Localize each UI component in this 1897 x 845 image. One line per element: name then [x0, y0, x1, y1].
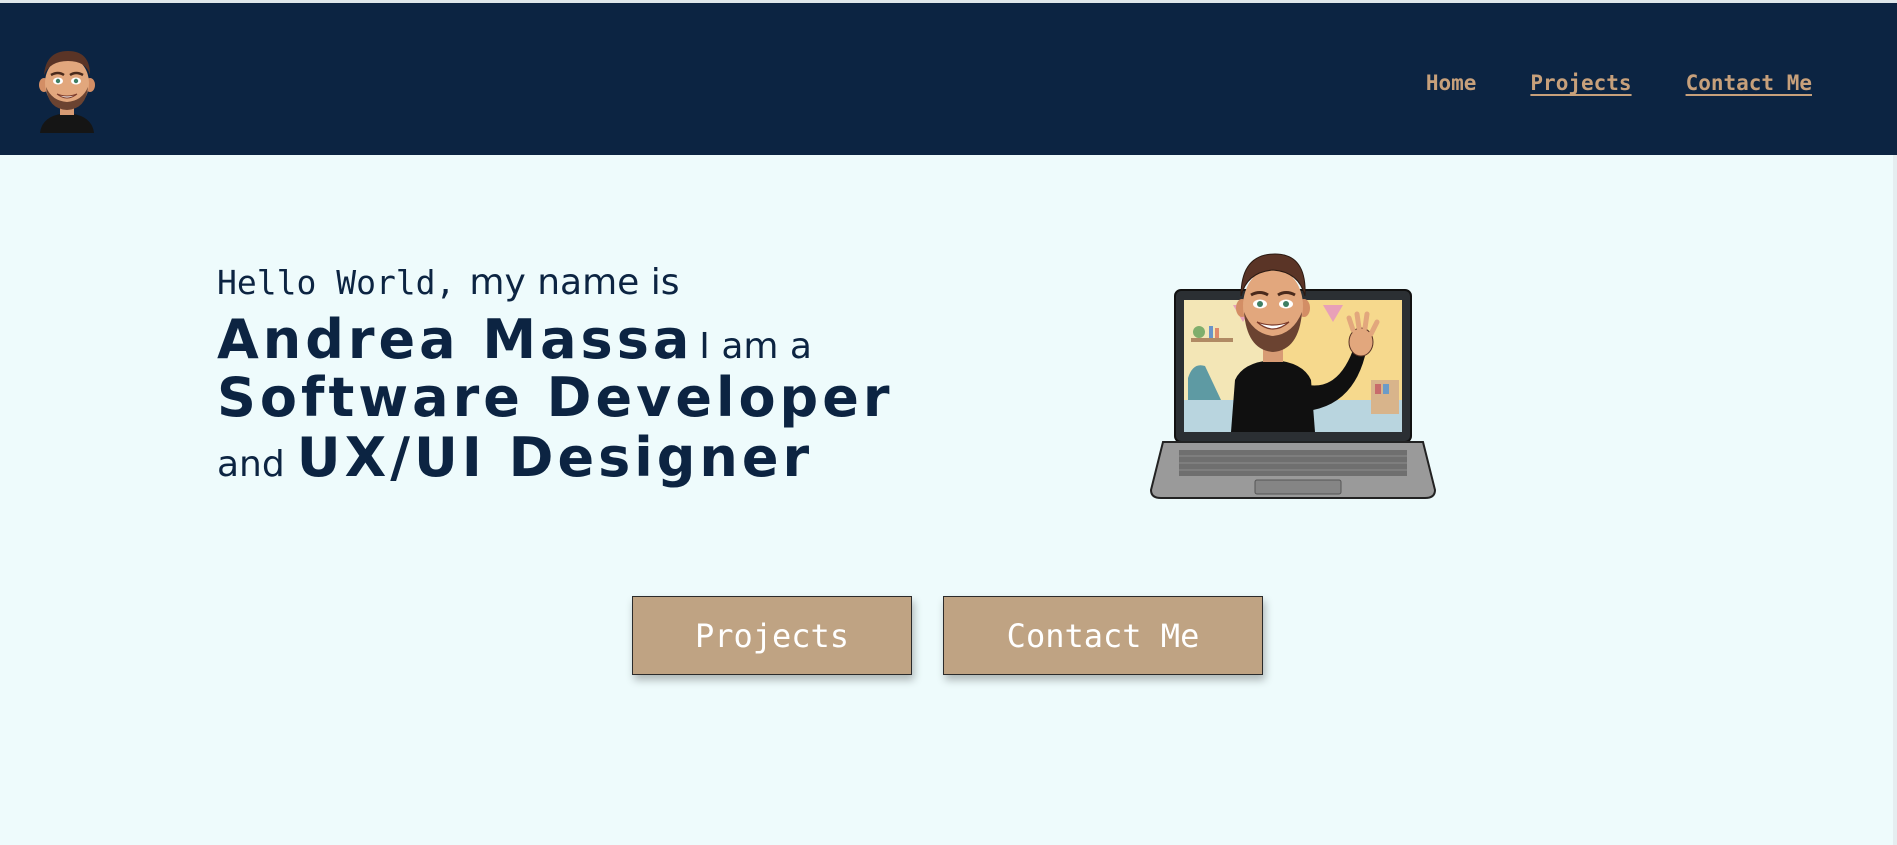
hero-intro-text: my name is	[469, 262, 680, 303]
hero-separator: I am a	[699, 326, 812, 367]
navbar: Home Projects Contact Me	[0, 3, 1897, 155]
hero-role-designer: UX/UI Designer	[296, 426, 814, 489]
nav-link-home[interactable]: Home	[1426, 71, 1477, 95]
nav-link-contact[interactable]: Contact Me	[1686, 71, 1812, 95]
hero-greeting: Hello World,	[217, 263, 456, 302]
hero-line-role1: Software Developer	[217, 366, 894, 429]
scrollbar-edge	[1893, 155, 1897, 845]
avatar-logo-icon[interactable]	[32, 45, 102, 135]
hero-name: Andrea Massa	[217, 308, 694, 371]
hero-line-name: Andrea Massa I am a	[217, 308, 893, 371]
contact-me-button[interactable]: Contact Me	[943, 596, 1263, 675]
hero-line-role2: and UX/UI Designer	[217, 426, 893, 489]
hero-line-greeting: Hello World, my name is	[217, 262, 893, 306]
projects-button[interactable]: Projects	[632, 596, 912, 675]
hero-conjunction: and	[217, 444, 285, 485]
main-nav: Home Projects Contact Me	[1426, 71, 1812, 95]
nav-link-projects[interactable]: Projects	[1530, 71, 1631, 95]
hero-role-developer: Software Developer	[217, 366, 894, 429]
hero-intro: Hello World, my name is Andrea Massa I a…	[217, 262, 894, 489]
avatar-on-laptop-waving-icon	[1143, 250, 1443, 508]
